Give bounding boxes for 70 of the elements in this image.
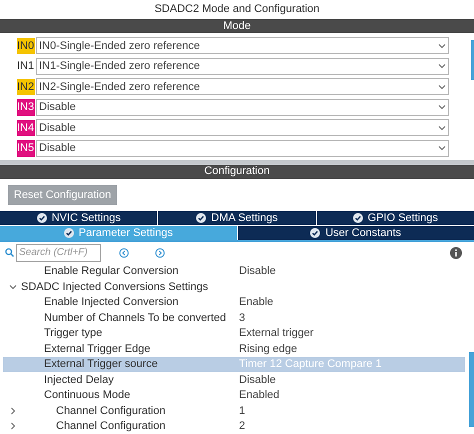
mode-dropdown[interactable]: IN2-Single-Ended zero reference [36,78,449,96]
settings-tab[interactable]: DMA Settings [158,211,316,226]
tree-row[interactable]: Number of Channels To be converted 3 [3,310,465,326]
pin-label: IN5 [17,140,35,157]
tree-value: Enable [239,295,274,310]
tree-row[interactable]: Channel Configuration 1 [3,403,465,418]
check-circle-icon [352,213,363,224]
chevron-down-icon[interactable] [438,124,446,132]
tree-label: Number of Channels To be converted [44,310,226,326]
chevron-down-icon[interactable] [438,42,446,50]
tree-row[interactable]: Trigger type External trigger [3,326,465,341]
mode-dropdown[interactable]: IN1-Single-Ended zero reference [36,58,449,75]
tree-label: External Trigger source [44,357,158,372]
pin-label: IN4 [17,120,35,136]
settings-tab[interactable]: NVIC Settings [0,211,158,226]
mode-dropdown[interactable]: Disable [36,98,449,116]
info-icon[interactable] [450,246,462,259]
chevron-down-icon[interactable] [438,103,446,112]
window-title: SDADC2 Mode and Configuration [153,2,321,18]
tree-row[interactable]: Enable Regular Conversion Disable [3,264,465,279]
tree-row[interactable]: Injected Delay Disable [3,372,465,388]
tree-row[interactable]: SDADC Injected Conversions Settings [3,279,465,294]
tree-label: Trigger type [44,326,102,341]
previous-icon[interactable] [119,248,129,258]
tree-row[interactable]: External Trigger source Timer 12 Capture Compare 1 [3,356,465,372]
tree-label: Injected Delay [44,372,114,388]
tree-label: Enable Injected Conversion [44,295,179,310]
chevron-down-icon[interactable] [438,144,446,152]
mode-dropdown[interactable]: IN0-Single-Ended zero reference [36,37,449,54]
settings-tab[interactable]: User Constants [238,226,474,240]
tree-value: 3 [239,310,246,326]
tree-value: Timer 12 Capture Compare 1 [239,357,382,372]
pin-label: IN2 [17,78,35,96]
search-field[interactable]: Search (Crtl+F) [16,244,101,262]
tree-row[interactable]: Channel Configuration 2 [3,418,465,434]
tree-value: External trigger [239,326,314,341]
scrollbar-thumb[interactable] [469,352,474,426]
section-header: Configuration [0,164,474,179]
check-circle-icon [196,213,206,224]
check-circle-icon [310,228,320,238]
tree-value: Enabled [239,388,280,403]
tree-value: Rising edge [239,342,298,356]
settings-tab[interactable]: GPIO Settings [316,211,474,226]
pin-label: IN1 [17,59,35,74]
tree-value: 1 [239,404,246,418]
tree-value: 2 [239,419,246,434]
chevron-down-icon[interactable] [438,62,446,70]
tree-row[interactable]: External Trigger Edge Rising edge [3,341,465,356]
check-circle-icon [64,228,74,238]
chevron-down-icon[interactable] [438,82,446,91]
pin-label: IN0 [17,38,35,54]
tree-label: Continuous Mode [44,388,130,403]
mode-dropdown[interactable]: Disable [36,140,449,157]
tree-label: Channel Configuration [56,419,166,434]
section-header: Mode [0,19,474,34]
tree-row[interactable]: Continuous Mode Enabled [3,388,465,403]
tree-value: Disable [239,264,276,279]
tree-label: Enable Regular Conversion [44,264,179,279]
tree-row[interactable]: Enable Injected Conversion Enable [3,294,465,310]
next-icon[interactable] [155,248,165,258]
scrollbar-thumb[interactable] [471,40,474,80]
search-icon [5,248,14,258]
tree-label: Channel Configuration [56,404,166,418]
tree-value: Disable [239,372,276,388]
pin-label: IN3 [17,99,35,116]
mode-dropdown[interactable]: Disable [36,119,449,136]
chevron-down-icon[interactable] [9,282,17,291]
tree-label: SDADC Injected Conversions Settings [21,280,208,294]
check-circle-icon [36,213,47,224]
tree-label: External Trigger Edge [44,342,150,356]
